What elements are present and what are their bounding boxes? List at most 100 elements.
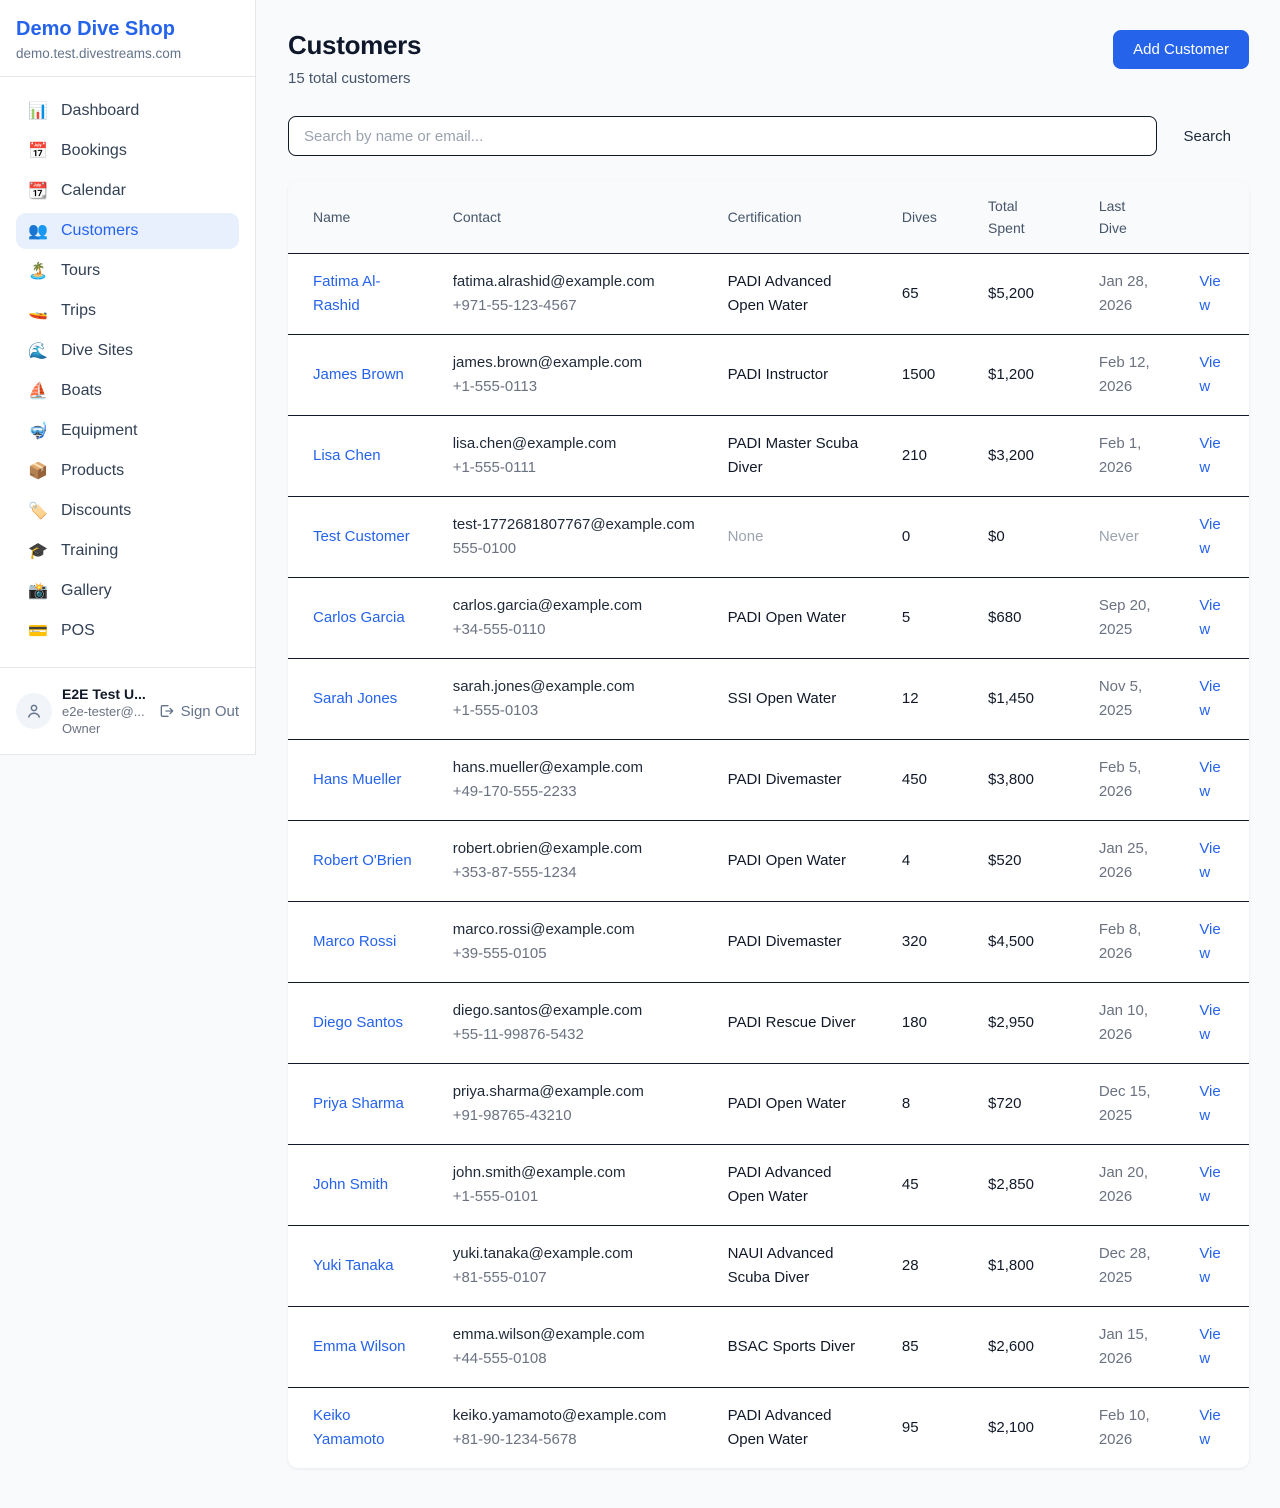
customer-last-dive: Feb 12, 2026 — [1083, 335, 1184, 416]
customer-name-link[interactable]: James Brown — [313, 366, 404, 383]
sidebar-item-dashboard[interactable]: 📊 Dashboard — [16, 93, 239, 129]
customer-email: james.brown@example.com — [453, 351, 696, 375]
search-input[interactable] — [288, 116, 1157, 156]
customer-name-link[interactable]: Carlos Garcia — [313, 609, 405, 626]
dashboard-icon: 📊 — [28, 101, 48, 121]
customer-name-link[interactable]: Emma Wilson — [313, 1338, 406, 1355]
training-icon: 🎓 — [28, 541, 48, 561]
cell-contact: priya.sharma@example.com +91-98765-43210 — [437, 1064, 712, 1145]
customer-name-link[interactable]: Priya Sharma — [313, 1095, 404, 1112]
cell-action: View — [1183, 1064, 1249, 1145]
view-link[interactable]: View — [1199, 921, 1220, 962]
customer-total-spent: $2,100 — [972, 1388, 1083, 1469]
column-header-label: Certification — [728, 206, 802, 228]
customer-name-link[interactable]: Test Customer — [313, 528, 410, 545]
customer-certification: PADI Instructor — [712, 335, 886, 416]
cell-contact: hans.mueller@example.com +49-170-555-223… — [437, 740, 712, 821]
sidebar-item-tours[interactable]: 🏝️ Tours — [16, 253, 239, 289]
search-button[interactable]: Search — [1183, 128, 1231, 145]
customer-certification: PADI Divemaster — [712, 902, 886, 983]
view-link[interactable]: View — [1199, 1002, 1220, 1043]
view-link[interactable]: View — [1199, 597, 1220, 638]
sidebar-item-equipment[interactable]: 🤿 Equipment — [16, 413, 239, 449]
sidebar-item-pos[interactable]: 💳 POS — [16, 613, 239, 649]
customer-last-dive: Feb 5, 2026 — [1083, 740, 1184, 821]
view-link[interactable]: View — [1199, 1326, 1220, 1367]
view-link[interactable]: View — [1199, 1164, 1220, 1205]
avatar — [16, 693, 52, 729]
cell-name: Keiko Yamamoto — [288, 1388, 437, 1469]
sign-out-button[interactable]: Sign Out — [158, 703, 239, 720]
page-heading-group: Customers 15 total customers — [288, 30, 421, 87]
view-link[interactable]: View — [1199, 273, 1220, 314]
table-header: NameContactCertificationDivesTotal Spent… — [288, 181, 1249, 254]
view-link[interactable]: View — [1199, 435, 1220, 476]
customer-name-link[interactable]: Keiko Yamamoto — [313, 1407, 384, 1448]
user-role: Owner — [62, 721, 146, 736]
customer-dives: 0 — [886, 497, 972, 578]
customer-dives: 210 — [886, 416, 972, 497]
customer-name-link[interactable]: Robert O'Brien — [313, 852, 412, 869]
customer-total-spent: $3,800 — [972, 740, 1083, 821]
customer-certification: PADI Advanced Open Water — [712, 1145, 886, 1226]
table-row: Marco Rossi marco.rossi@example.com +39-… — [288, 902, 1249, 983]
view-link[interactable]: View — [1199, 759, 1220, 800]
customer-dives: 45 — [886, 1145, 972, 1226]
page-title: Customers — [288, 30, 421, 61]
view-link[interactable]: View — [1199, 840, 1220, 881]
sidebar-item-boats[interactable]: ⛵ Boats — [16, 373, 239, 409]
customer-dives: 8 — [886, 1064, 972, 1145]
brand: Demo Dive Shop demo.test.divestreams.com — [0, 0, 255, 77]
customer-last-dive: Feb 1, 2026 — [1083, 416, 1184, 497]
add-customer-button[interactable]: Add Customer — [1113, 30, 1249, 69]
view-link[interactable]: View — [1199, 1083, 1220, 1124]
customer-last-dive: Nov 5, 2025 — [1083, 659, 1184, 740]
sidebar-item-dive-sites[interactable]: 🌊 Dive Sites — [16, 333, 239, 369]
customer-name-link[interactable]: Hans Mueller — [313, 771, 401, 788]
customer-name-link[interactable]: Marco Rossi — [313, 933, 396, 950]
customer-email: carlos.garcia@example.com — [453, 594, 696, 618]
sidebar-item-discounts[interactable]: 🏷️ Discounts — [16, 493, 239, 529]
customer-dives: 1500 — [886, 335, 972, 416]
customer-last-dive: Dec 28, 2025 — [1083, 1226, 1184, 1307]
customer-last-dive: Jan 25, 2026 — [1083, 821, 1184, 902]
customer-dives: 65 — [886, 254, 972, 335]
sidebar-item-trips[interactable]: 🚤 Trips — [16, 293, 239, 329]
view-link[interactable]: View — [1199, 1245, 1220, 1286]
customer-phone: +971-55-123-4567 — [453, 294, 696, 318]
cell-action: View — [1183, 578, 1249, 659]
sidebar-item-customers[interactable]: 👥 Customers — [16, 213, 239, 249]
customer-last-dive: Dec 15, 2025 — [1083, 1064, 1184, 1145]
customers-icon: 👥 — [28, 221, 48, 241]
user-info: E2E Test U... e2e-tester@... Owner — [62, 686, 146, 736]
cell-action: View — [1183, 902, 1249, 983]
customer-name-link[interactable]: Fatima Al-Rashid — [313, 273, 381, 314]
sidebar-item-gallery[interactable]: 📸 Gallery — [16, 573, 239, 609]
column-header-last-dive: Last Dive — [1083, 181, 1184, 254]
view-link[interactable]: View — [1199, 516, 1220, 557]
table-row: James Brown james.brown@example.com +1-5… — [288, 335, 1249, 416]
nav-item-label: Trips — [61, 302, 96, 320]
view-link[interactable]: View — [1199, 354, 1220, 395]
sidebar-item-calendar[interactable]: 📆 Calendar — [16, 173, 239, 209]
sidebar-item-bookings[interactable]: 📅 Bookings — [16, 133, 239, 169]
customer-name-link[interactable]: Diego Santos — [313, 1014, 403, 1031]
view-link[interactable]: View — [1199, 1407, 1220, 1448]
shop-domain: demo.test.divestreams.com — [16, 46, 239, 61]
view-link[interactable]: View — [1199, 678, 1220, 719]
customer-phone: +44-555-0108 — [453, 1347, 696, 1371]
customer-last-dive: Jan 20, 2026 — [1083, 1145, 1184, 1226]
customer-name-link[interactable]: Sarah Jones — [313, 690, 397, 707]
customer-name-link[interactable]: Yuki Tanaka — [313, 1257, 394, 1274]
cell-contact: james.brown@example.com +1-555-0113 — [437, 335, 712, 416]
customer-name-link[interactable]: John Smith — [313, 1176, 388, 1193]
customer-name-link[interactable]: Lisa Chen — [313, 447, 381, 464]
cell-contact: marco.rossi@example.com +39-555-0105 — [437, 902, 712, 983]
sidebar-item-training[interactable]: 🎓 Training — [16, 533, 239, 569]
table-row: Carlos Garcia carlos.garcia@example.com … — [288, 578, 1249, 659]
cell-contact: test-1772681807767@example.com 555-0100 — [437, 497, 712, 578]
customer-certification: PADI Divemaster — [712, 740, 886, 821]
sidebar-item-products[interactable]: 📦 Products — [16, 453, 239, 489]
cell-action: View — [1183, 983, 1249, 1064]
column-header-label: Name — [313, 206, 350, 228]
